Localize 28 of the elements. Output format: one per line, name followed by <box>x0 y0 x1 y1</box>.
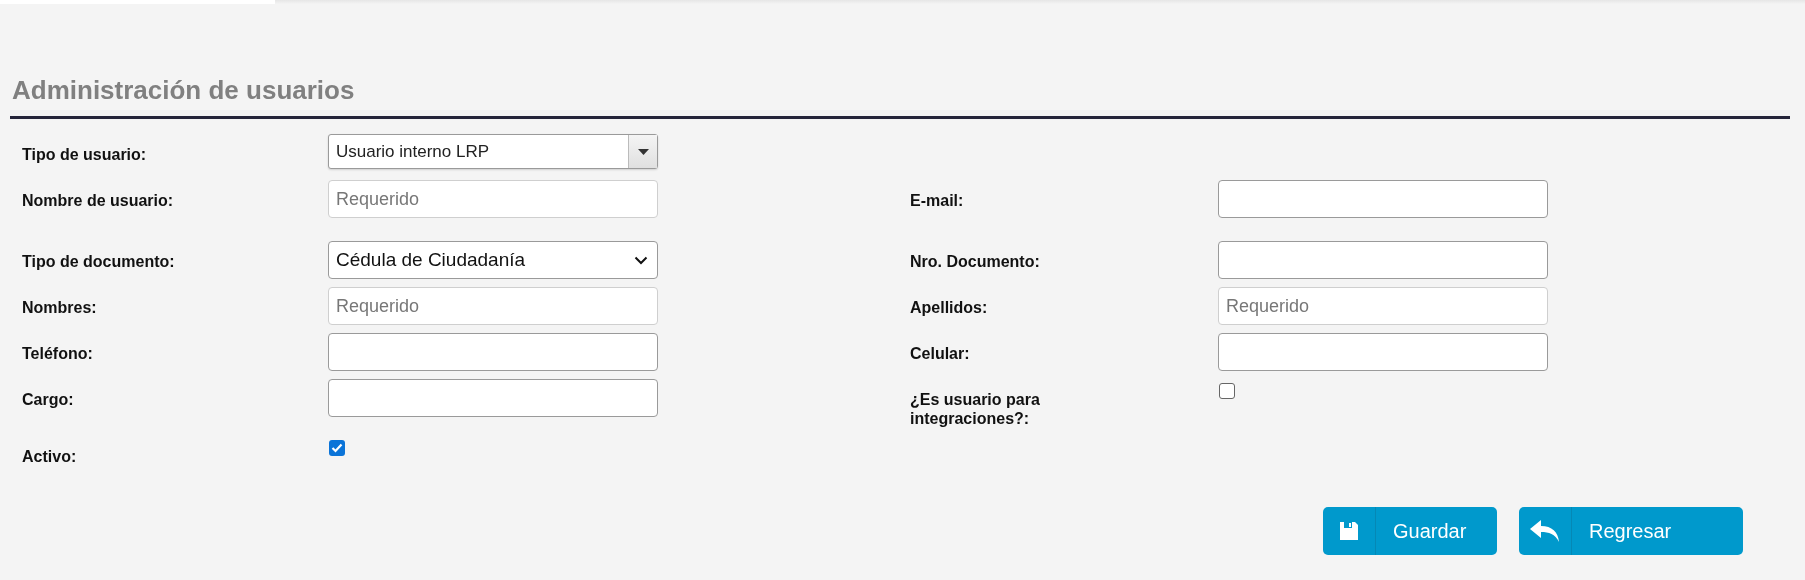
page-title: Administración de usuarios <box>12 74 356 106</box>
text-field[interactable] <box>328 379 658 417</box>
field-label: Apellidos: <box>910 298 989 318</box>
field-label: Nombre de usuario: <box>22 191 175 211</box>
field-label: Tipo de documento: <box>22 252 176 272</box>
field-label: Teléfono: <box>22 344 94 364</box>
field-label: Celular: <box>910 344 971 364</box>
field-label: Nro. Documento: <box>910 252 1041 272</box>
field-label: Activo: <box>22 447 78 467</box>
reply-arrow-icon <box>1530 520 1560 542</box>
chevron-down-icon <box>634 255 648 265</box>
field-label: ¿Es usuario para integraciones?: <box>910 390 1041 428</box>
checkbox[interactable] <box>1219 383 1235 399</box>
field-label: Tipo de usuario: <box>22 145 148 165</box>
text-field[interactable] <box>1218 333 1548 371</box>
document-type-select[interactable]: Cédula de Ciudadanía <box>328 241 658 279</box>
text-field[interactable]: Requerido <box>328 180 658 218</box>
checkbox[interactable] <box>329 440 345 456</box>
field-label: Nombres: <box>22 298 98 318</box>
field-label: E-mail: <box>910 191 965 211</box>
field-label: Cargo: <box>22 390 75 410</box>
text-field[interactable]: Requerido <box>328 287 658 325</box>
text-field[interactable]: Requerido <box>1218 287 1548 325</box>
text-field[interactable] <box>1218 180 1548 218</box>
text-field[interactable] <box>328 333 658 371</box>
dropdown-arrow-icon <box>637 148 649 155</box>
user-type-dropdown[interactable]: Usuario interno LRP <box>328 134 658 169</box>
text-field[interactable] <box>1218 241 1548 279</box>
